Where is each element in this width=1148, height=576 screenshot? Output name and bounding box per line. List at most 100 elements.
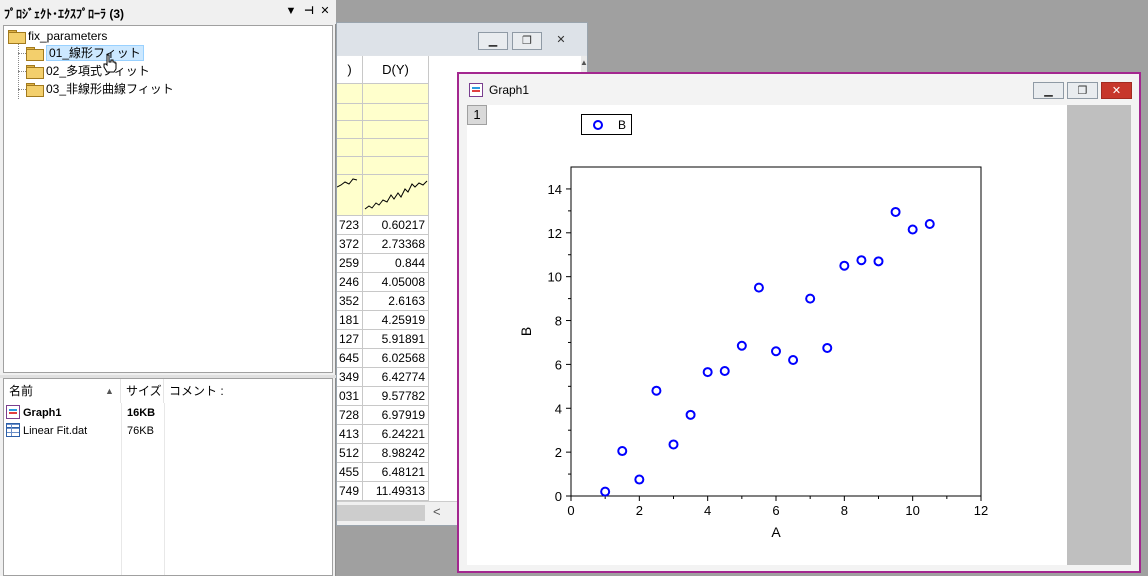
tree-item-polynomial-fit[interactable]: 02_多項式フィット bbox=[26, 62, 150, 80]
table-cell-d[interactable]: 6.97919 bbox=[363, 406, 429, 425]
sort-ascending-icon: ▲ bbox=[105, 386, 114, 396]
table-cell-c[interactable]: 455 bbox=[337, 463, 363, 482]
table-cell-d[interactable]: 6.24221 bbox=[363, 425, 429, 444]
label-row-cell[interactable] bbox=[337, 84, 363, 104]
table-cell-d[interactable]: 4.05008 bbox=[363, 273, 429, 292]
table-cell-d[interactable]: 6.02568 bbox=[363, 349, 429, 368]
data-point bbox=[668, 439, 679, 450]
table-cell-c[interactable]: 749 bbox=[337, 482, 363, 501]
folder-icon bbox=[26, 65, 44, 79]
legend[interactable]: B bbox=[581, 114, 632, 135]
restore-button[interactable]: ❐ bbox=[512, 32, 542, 50]
plot-frame bbox=[570, 166, 982, 497]
table-cell-c[interactable]: 181 bbox=[337, 311, 363, 330]
table-cell-d[interactable]: 5.91891 bbox=[363, 330, 429, 349]
table-cell-c[interactable]: 512 bbox=[337, 444, 363, 463]
scatter-plot[interactable]: 0 2 4 6 8 10 12 0 2 4 6 8 10 12 14 A B bbox=[467, 105, 1067, 565]
data-point bbox=[771, 346, 781, 357]
table-cell-d[interactable]: 2.6163 bbox=[363, 292, 429, 311]
table-cell-d[interactable]: 0.60217 bbox=[363, 216, 429, 235]
column-header-label: D(Y) bbox=[382, 62, 409, 77]
label-row-cell[interactable] bbox=[363, 84, 429, 104]
column-header-c[interactable]: ) bbox=[337, 56, 363, 84]
table-cell-c[interactable]: 259 bbox=[337, 254, 363, 273]
label-row-cell[interactable] bbox=[363, 121, 429, 139]
column-header-label: サイズ bbox=[126, 384, 162, 398]
panel-close-icon[interactable]: ✕ bbox=[318, 3, 332, 19]
table-cell-d[interactable]: 0.844 bbox=[363, 254, 429, 273]
column-header-label: 名前 bbox=[9, 384, 34, 398]
table-cell-c[interactable]: 645 bbox=[337, 349, 363, 368]
legend-label: B bbox=[618, 118, 627, 132]
close-button[interactable]: ✕ bbox=[1101, 82, 1132, 99]
sparkline-icon bbox=[364, 180, 428, 210]
tree-item-label: 03_非線形曲線フィット bbox=[46, 82, 174, 96]
sparkline-cell[interactable] bbox=[336, 175, 363, 216]
label-row-cell[interactable] bbox=[337, 104, 363, 121]
table-cell-c[interactable]: 413 bbox=[337, 425, 363, 444]
column-header-size[interactable]: サイズ bbox=[121, 379, 164, 403]
panel-menu-dropdown-icon[interactable]: ▼ bbox=[284, 3, 298, 19]
table-cell-d[interactable]: 11.49313 bbox=[363, 482, 429, 501]
label-row-cell[interactable] bbox=[337, 121, 363, 139]
file-row-graph1[interactable]: Graph1 16KB bbox=[6, 404, 326, 422]
table-cell-d[interactable]: 6.48121 bbox=[363, 463, 429, 482]
minimize-button[interactable]: ▁ bbox=[1033, 82, 1064, 99]
table-cell-c[interactable]: 352 bbox=[337, 292, 363, 311]
label-row-cell[interactable] bbox=[337, 157, 363, 175]
data-point bbox=[617, 446, 628, 457]
table-cell-c[interactable]: 246 bbox=[337, 273, 363, 292]
tree-connector-line bbox=[18, 53, 26, 54]
table-cell-d[interactable]: 9.57782 bbox=[363, 387, 429, 406]
tree-item-linear-fit[interactable]: 01_線形フィット bbox=[26, 44, 144, 62]
column-header-label: ) bbox=[347, 62, 352, 77]
table-cell-d[interactable]: 2.73368 bbox=[363, 235, 429, 254]
panel-pin-icon[interactable]: ⊣ bbox=[302, 3, 316, 19]
column-header-label: コメント : bbox=[169, 384, 224, 398]
table-cell-c[interactable]: 127 bbox=[337, 330, 363, 349]
column-header-d[interactable]: D(Y) bbox=[363, 56, 429, 84]
scrollbar-thumb[interactable] bbox=[337, 505, 425, 521]
tree-connector-line bbox=[18, 89, 26, 90]
table-cell-c[interactable]: 349 bbox=[337, 368, 363, 387]
worksheet-title-bar[interactable]: ▁ ❐ ✕ bbox=[337, 23, 587, 55]
close-button[interactable]: ✕ bbox=[546, 32, 576, 50]
y-tick-label: 12 bbox=[548, 226, 562, 241]
scroll-left-icon[interactable]: < bbox=[433, 504, 441, 519]
x-tick-label: 6 bbox=[772, 503, 779, 518]
file-row-linear-fit[interactable]: Linear Fit.dat 76KB bbox=[6, 422, 326, 440]
file-size: 76KB bbox=[127, 425, 154, 437]
tree-item-nonlinear-fit[interactable]: 03_非線形曲線フィット bbox=[26, 80, 174, 98]
table-cell-d[interactable]: 4.25919 bbox=[363, 311, 429, 330]
open-folder-icon bbox=[26, 47, 44, 61]
project-explorer-title-bar: ﾌﾟﾛｼﾞｪｸﾄ･ｴｸｽﾌﾟﾛｰﾗ (3) ▼ ⊣ ✕ bbox=[0, 0, 336, 24]
graph-page[interactable]: 0 2 4 6 8 10 12 0 2 4 6 8 10 12 14 A B 1 B bbox=[467, 105, 1067, 565]
tree-item-label: fix_parameters bbox=[28, 29, 108, 43]
table-cell-c[interactable]: 728 bbox=[337, 406, 363, 425]
label-row-cell[interactable] bbox=[363, 157, 429, 175]
graph-title-bar[interactable]: Graph1 bbox=[469, 82, 529, 98]
graph-icon bbox=[469, 83, 483, 97]
y-tick-label: 10 bbox=[548, 270, 562, 285]
label-row-cell[interactable] bbox=[363, 104, 429, 121]
data-point bbox=[651, 385, 662, 396]
table-cell-c[interactable]: 031 bbox=[337, 387, 363, 406]
column-header-comment[interactable]: コメント : bbox=[164, 379, 332, 403]
restore-button[interactable]: ❐ bbox=[1067, 82, 1098, 99]
y-tick-label: 2 bbox=[555, 445, 562, 460]
table-cell-c[interactable]: 723 bbox=[337, 216, 363, 235]
layer-tab[interactable]: 1 bbox=[467, 105, 487, 125]
label-row-cell[interactable] bbox=[337, 139, 363, 157]
table-cell-d[interactable]: 6.42774 bbox=[363, 368, 429, 387]
label-row-cell[interactable] bbox=[363, 139, 429, 157]
table-cell-c[interactable]: 372 bbox=[337, 235, 363, 254]
file-name: Graph1 bbox=[23, 407, 62, 419]
tree-item-root-folder[interactable]: fix_parameters bbox=[8, 27, 107, 45]
legend-marker-icon bbox=[593, 120, 603, 130]
data-point bbox=[685, 409, 696, 420]
column-header-name[interactable]: 名前 ▲ bbox=[4, 379, 121, 403]
scroll-up-icon[interactable]: ▲ bbox=[580, 58, 588, 67]
table-cell-d[interactable]: 8.98242 bbox=[363, 444, 429, 463]
sparkline-cell[interactable] bbox=[363, 175, 429, 216]
minimize-button[interactable]: ▁ bbox=[478, 32, 508, 50]
